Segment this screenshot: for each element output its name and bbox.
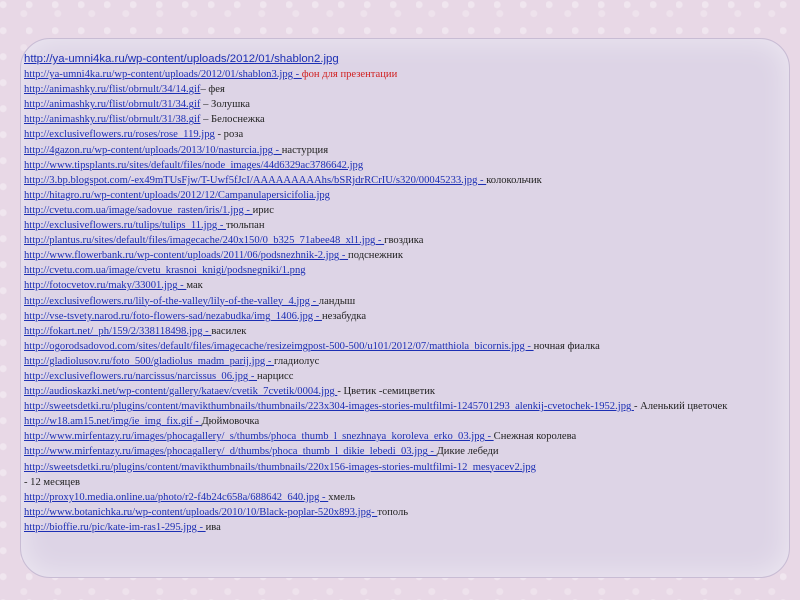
source-row: http://cvetu.com.ua/image/cvetu_krasnoi_…: [24, 263, 764, 278]
source-link[interactable]: http://www.tipsplants.ru/sites/default/f…: [24, 160, 363, 171]
source-row: http://4gazon.ru/wp-content/uploads/2013…: [24, 143, 764, 158]
source-link[interactable]: http://sweetsdetki.ru/plugins/content/ma…: [24, 401, 634, 412]
source-row: http://sweetsdetki.ru/plugins/content/ma…: [24, 460, 764, 475]
source-row: http://exclusiveflowers.ru/roses/rose_11…: [24, 127, 764, 142]
source-row: http://fotocvetov.ru/maky/33001.jpg - ма…: [24, 278, 764, 293]
source-link[interactable]: http://proxy10.media.online.ua/photo/r2-…: [24, 492, 328, 503]
source-description: настурция: [281, 144, 329, 156]
source-row: http://ogorodsadovod.com/sites/default/f…: [24, 339, 764, 354]
source-link[interactable]: http://exclusiveflowers.ru/narcissus/nar…: [24, 371, 257, 382]
source-link[interactable]: http://vse-tsvety.narod.ru/foto-flowers-…: [24, 311, 322, 322]
source-description: подснежник: [348, 250, 403, 262]
source-row: http://www.botanichka.ru/wp-content/uplo…: [24, 505, 764, 520]
source-description: тюльпан: [226, 220, 265, 232]
source-description: ирис: [252, 204, 274, 216]
source-description: хмель: [328, 491, 356, 503]
source-link[interactable]: http://exclusiveflowers.ru/tulips/tulips…: [24, 220, 226, 231]
source-link[interactable]: http://cvetu.com.ua/image/sadovue_rasten…: [24, 205, 253, 216]
source-row: http://exclusiveflowers.ru/narcissus/nar…: [24, 369, 764, 384]
source-link[interactable]: http://w18.am15.net/img/ie_img_fix.gif -: [24, 416, 201, 427]
source-row: http://cvetu.com.ua/image/sadovue_rasten…: [24, 203, 764, 218]
source-row: http://plantus.ru/sites/default/files/im…: [24, 233, 764, 248]
source-description: нарцисс: [257, 370, 294, 382]
source-description: Снежная королева: [493, 431, 577, 443]
source-row: http://animashky.ru/flist/obrnult/34/14.…: [24, 82, 764, 97]
source-row: http://animashky.ru/flist/obrnult/31/34.…: [24, 97, 764, 112]
source-row: http://gladiolusov.ru/foto_500/gladiolus…: [24, 354, 764, 369]
source-row: http://3.bp.blogspot.com/-ex49mTUsFjw/T-…: [24, 173, 764, 188]
source-row: http://www.mirfentazy.ru/images/phocagal…: [24, 429, 764, 444]
source-link[interactable]: http://audioskazki.net/wp-content/galler…: [24, 386, 337, 397]
source-link[interactable]: http://animashky.ru/flist/obrnult/34/14.…: [24, 84, 200, 95]
source-description: фон для презентации: [301, 69, 398, 81]
source-description: - Аленький цветочек: [633, 401, 728, 413]
source-row: http://www.tipsplants.ru/sites/default/f…: [24, 158, 764, 173]
source-link[interactable]: http://ya-umni4ka.ru/wp-content/uploads/…: [24, 69, 302, 80]
source-link[interactable]: http://fokart.net/_ph/159/2/338118498.jp…: [24, 326, 211, 337]
source-description: гвоздика: [384, 235, 424, 247]
source-link[interactable]: http://exclusiveflowers.ru/lily-of-the-v…: [24, 296, 319, 307]
source-link[interactable]: http://animashky.ru/flist/obrnult/31/38.…: [24, 114, 200, 125]
source-link[interactable]: http://ya-umni4ka.ru/wp-content/uploads/…: [24, 53, 339, 65]
source-link[interactable]: http://gladiolusov.ru/foto_500/gladiolus…: [24, 356, 274, 367]
source-row: http://www.flowerbank.ru/wp-content/uplo…: [24, 248, 764, 263]
source-description: Дюймовочка: [201, 416, 260, 428]
source-description: мак: [186, 280, 203, 292]
source-description: ива: [205, 521, 221, 533]
source-description: - Цветик -семицветик: [337, 386, 436, 398]
source-row: - 12 месяцев: [24, 475, 764, 490]
source-row: http://hitagro.ru/wp-content/uploads/201…: [24, 188, 764, 203]
source-row: http://fokart.net/_ph/159/2/338118498.jp…: [24, 324, 764, 339]
source-row: http://ya-umni4ka.ru/wp-content/uploads/…: [24, 52, 764, 67]
source-row: http://sweetsdetki.ru/plugins/content/ma…: [24, 399, 764, 414]
source-description: колокольчик: [486, 174, 542, 186]
source-link[interactable]: http://animashky.ru/flist/obrnult/31/34.…: [24, 99, 200, 110]
source-description: Дикие лебеди: [436, 446, 499, 458]
source-description: - 12 месяцев: [24, 476, 81, 488]
source-row: http://proxy10.media.online.ua/photo/r2-…: [24, 490, 764, 505]
source-description: ночная фиалка: [533, 340, 600, 352]
source-description: гладиолус: [274, 355, 320, 367]
source-link[interactable]: http://exclusiveflowers.ru/roses/rose_11…: [24, 129, 215, 140]
source-link[interactable]: http://bioffie.ru/pic/kate-im-ras1-295.j…: [24, 522, 206, 533]
source-description: - роза: [214, 129, 244, 141]
source-description: василек: [211, 325, 247, 337]
source-description: – Золушка: [200, 99, 250, 111]
source-link[interactable]: http://3.bp.blogspot.com/-ex49mTUsFjw/T-…: [24, 175, 486, 186]
source-link[interactable]: http://hitagro.ru/wp-content/uploads/201…: [24, 190, 330, 201]
source-row: http://audioskazki.net/wp-content/galler…: [24, 384, 764, 399]
source-link[interactable]: http://www.mirfentazy.ru/images/phocagal…: [24, 431, 494, 442]
source-link[interactable]: http://www.botanichka.ru/wp-content/uplo…: [24, 507, 377, 518]
source-description: тополь: [377, 506, 409, 518]
source-row: http://ya-umni4ka.ru/wp-content/uploads/…: [24, 67, 764, 82]
source-row: http://bioffie.ru/pic/kate-im-ras1-295.j…: [24, 520, 764, 535]
source-link[interactable]: http://fotocvetov.ru/maky/33001.jpg -: [24, 280, 186, 291]
source-description: ландыш: [318, 295, 356, 307]
source-link[interactable]: http://plantus.ru/sites/default/files/im…: [24, 235, 384, 246]
source-row: http://exclusiveflowers.ru/lily-of-the-v…: [24, 294, 764, 309]
source-link[interactable]: http://www.mirfentazy.ru/images/phocagal…: [24, 446, 437, 457]
source-list: http://ya-umni4ka.ru/wp-content/uploads/…: [24, 52, 764, 535]
source-description: – фея: [200, 84, 225, 96]
source-row: http://w18.am15.net/img/ie_img_fix.gif -…: [24, 414, 764, 429]
source-description: – Белоснежка: [200, 114, 265, 126]
source-row: http://animashky.ru/flist/obrnult/31/38.…: [24, 112, 764, 127]
source-row: http://exclusiveflowers.ru/tulips/tulips…: [24, 218, 764, 233]
source-link[interactable]: http://www.flowerbank.ru/wp-content/uplo…: [24, 250, 348, 261]
source-link[interactable]: http://cvetu.com.ua/image/cvetu_krasnoi_…: [24, 265, 306, 276]
source-row: http://www.mirfentazy.ru/images/phocagal…: [24, 444, 764, 459]
source-link[interactable]: http://sweetsdetki.ru/plugins/content/ma…: [24, 462, 536, 473]
source-link[interactable]: http://4gazon.ru/wp-content/uploads/2013…: [24, 145, 282, 156]
source-link[interactable]: http://ogorodsadovod.com/sites/default/f…: [24, 341, 534, 352]
source-row: http://vse-tsvety.narod.ru/foto-flowers-…: [24, 309, 764, 324]
source-description: незабудка: [321, 310, 367, 322]
